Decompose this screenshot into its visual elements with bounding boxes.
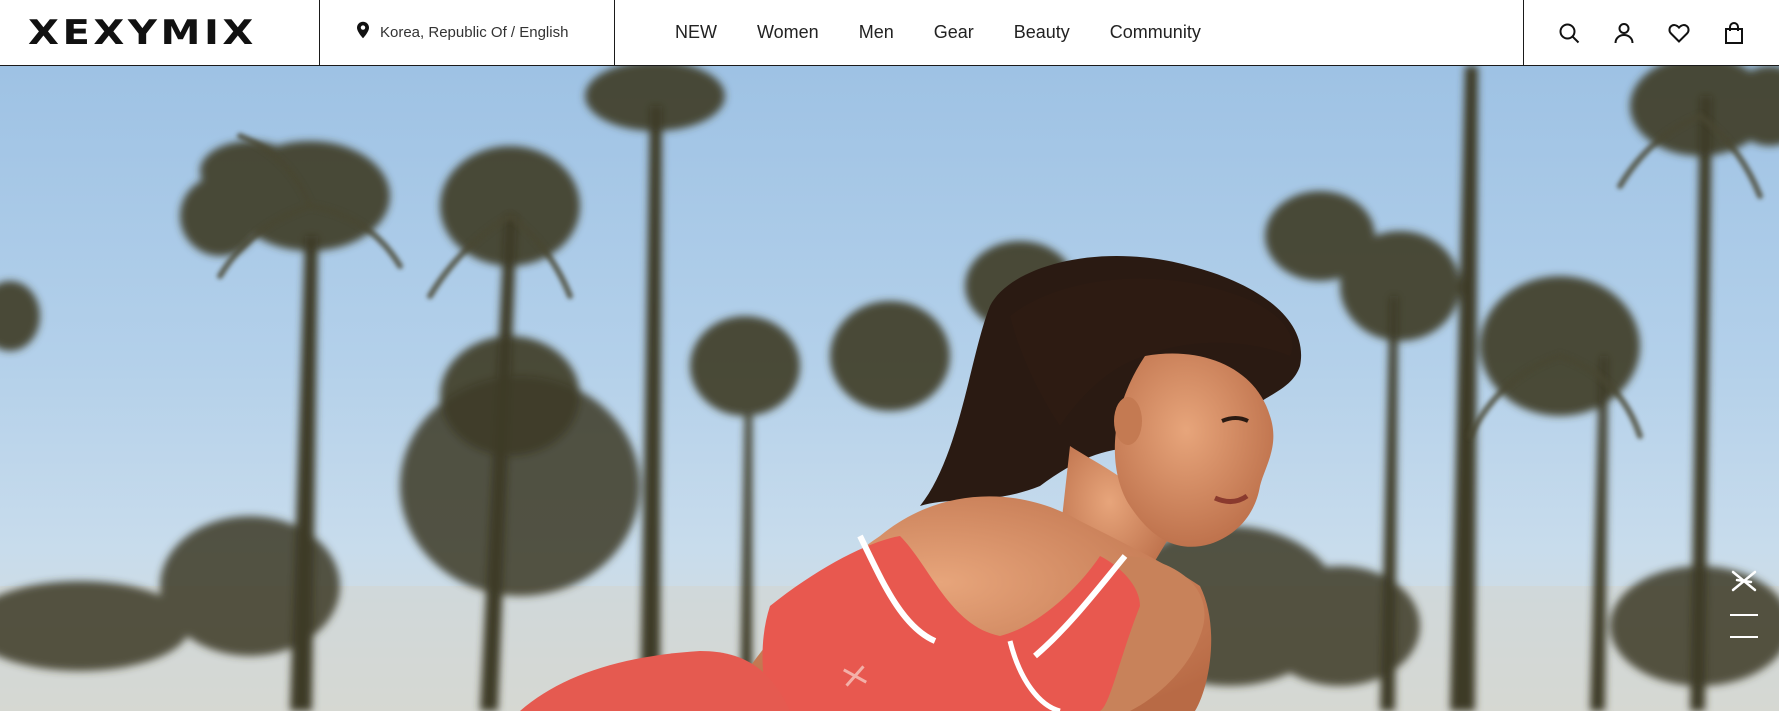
nav-item-community[interactable]: Community [1110, 22, 1201, 43]
utility-icons [1523, 0, 1779, 65]
nav-item-new[interactable]: NEW [675, 22, 717, 43]
nav-item-women[interactable]: Women [757, 22, 819, 43]
menu-line [1730, 614, 1758, 616]
menu-line [1730, 636, 1758, 638]
search-icon[interactable] [1554, 18, 1584, 48]
side-tools [1729, 566, 1759, 638]
nav-item-beauty[interactable]: Beauty [1014, 22, 1070, 43]
map-pin-icon [356, 21, 370, 44]
menu-icon[interactable] [1730, 614, 1758, 638]
wishlist-heart-icon[interactable] [1664, 18, 1694, 48]
nav-item-gear[interactable]: Gear [934, 22, 974, 43]
shopping-bag-icon[interactable] [1719, 18, 1749, 48]
site-header: XEXYMIX Korea, Republic Of / English NEW… [0, 0, 1779, 66]
account-icon[interactable] [1609, 18, 1639, 48]
region-label: Korea, Republic Of / English [380, 24, 569, 41]
brand-logo[interactable]: XEXYMIX [28, 16, 257, 50]
main-nav: NEW Women Men Gear Beauty Community [615, 0, 1523, 65]
nav-item-men[interactable]: Men [859, 22, 894, 43]
hero-image [0, 66, 1779, 711]
brand-x-icon[interactable] [1729, 566, 1759, 596]
region-selector[interactable]: Korea, Republic Of / English [320, 0, 615, 65]
logo-cell: XEXYMIX [0, 0, 320, 65]
hero-banner[interactable] [0, 66, 1779, 711]
